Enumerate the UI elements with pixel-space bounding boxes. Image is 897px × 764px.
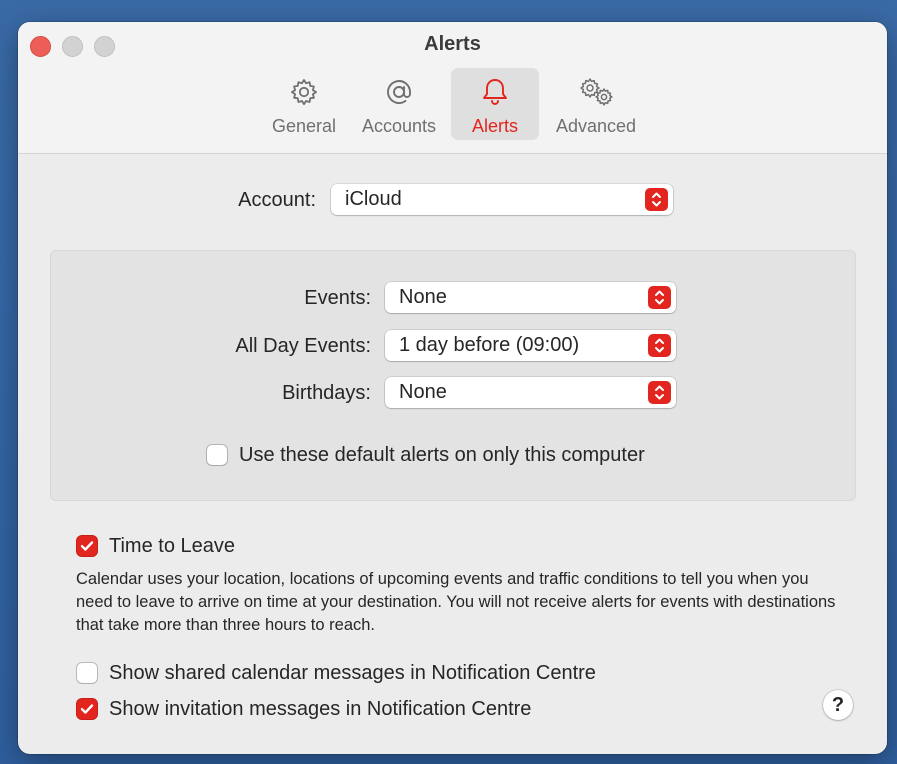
checkmark-icon	[80, 704, 94, 714]
account-popup[interactable]: iCloud	[331, 184, 673, 215]
all-day-events-label: All Day Events:	[235, 335, 371, 357]
account-value: iCloud	[345, 188, 402, 210]
at-icon	[383, 74, 415, 110]
shared-calendar-messages-label: Show shared calendar messages in Notific…	[109, 662, 596, 684]
bell-icon	[479, 74, 511, 110]
invitation-messages-checkbox[interactable]	[77, 699, 97, 719]
tab-alerts[interactable]: Alerts	[451, 68, 539, 140]
chevron-up-down-icon	[648, 381, 671, 404]
gears-icon	[576, 74, 616, 110]
tab-advanced[interactable]: Advanced	[548, 68, 644, 140]
gear-icon	[288, 74, 320, 110]
all-day-events-popup[interactable]: 1 day before (09:00)	[385, 330, 676, 361]
tab-general[interactable]: General	[268, 68, 340, 140]
tab-accounts-label: Accounts	[361, 116, 437, 136]
chevron-up-down-icon	[648, 334, 671, 357]
events-popup[interactable]: None	[385, 282, 676, 313]
shared-calendar-messages-checkbox[interactable]	[77, 663, 97, 683]
tab-advanced-label: Advanced	[555, 116, 637, 136]
only-this-computer-checkbox[interactable]	[207, 445, 227, 465]
time-to-leave-checkbox[interactable]	[77, 536, 97, 556]
birthdays-popup[interactable]: None	[385, 377, 676, 408]
account-label: Account:	[238, 189, 316, 211]
all-day-events-value: 1 day before (09:00)	[399, 334, 580, 356]
invitation-messages-label: Show invitation messages in Notification…	[109, 698, 532, 720]
events-value: None	[399, 286, 447, 308]
chevron-up-down-icon	[645, 188, 668, 211]
alerts-preferences-window: Alerts General Accounts Alerts Advanced …	[18, 22, 887, 754]
tab-accounts[interactable]: Accounts	[356, 68, 442, 140]
tab-alerts-label: Alerts	[471, 116, 518, 136]
birthdays-value: None	[399, 381, 447, 403]
window-title: Alerts	[424, 33, 481, 55]
only-this-computer-label: Use these default alerts on only this co…	[239, 444, 645, 466]
checkmark-icon	[80, 541, 94, 551]
chevron-up-down-icon	[648, 286, 671, 309]
help-icon: ?	[831, 693, 845, 716]
time-to-leave-label: Time to Leave	[109, 535, 235, 557]
time-to-leave-description: Calendar uses your location, locations o…	[76, 570, 836, 634]
title-bar: Alerts General Accounts Alerts Advanced	[18, 22, 887, 154]
birthdays-label: Birthdays:	[282, 382, 371, 404]
tab-general-label: General	[271, 116, 337, 136]
help-button[interactable]: ?	[823, 690, 853, 720]
events-label: Events:	[304, 287, 371, 309]
